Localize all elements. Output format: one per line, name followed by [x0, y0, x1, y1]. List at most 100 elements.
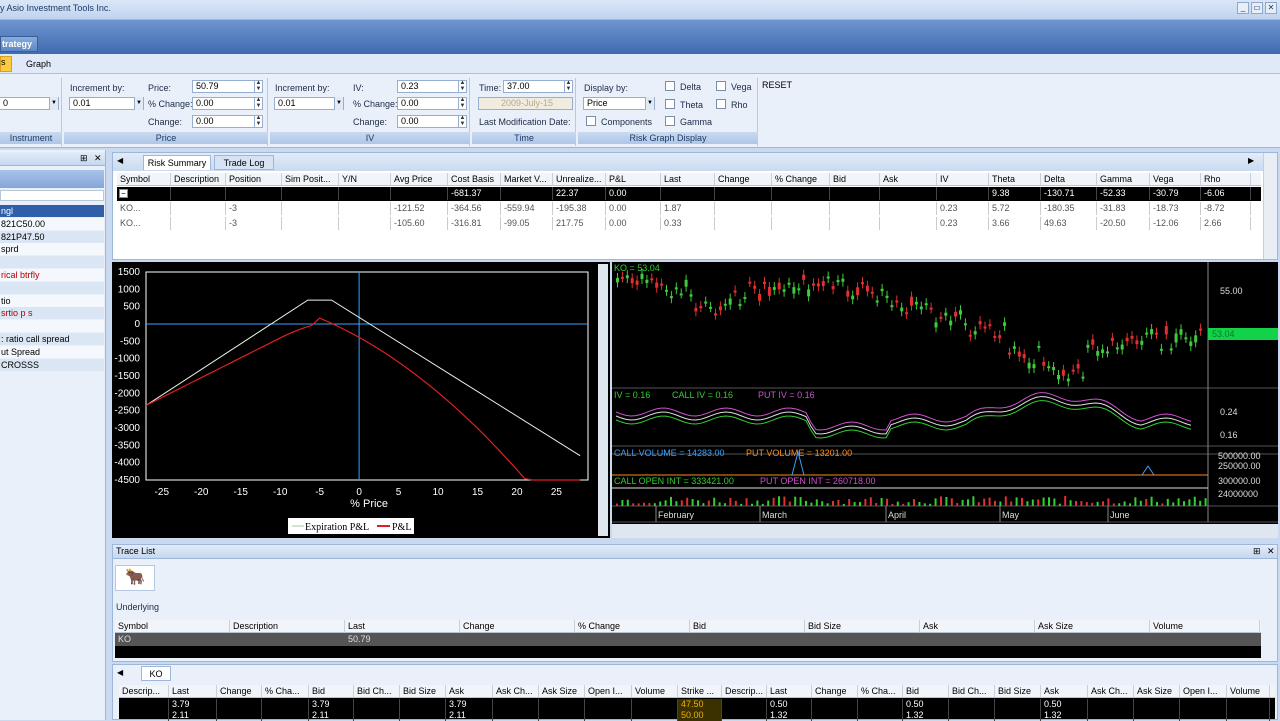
column-header[interactable]: Ask	[880, 173, 937, 186]
chevron-down-icon[interactable]: ▼	[334, 97, 343, 110]
spinner-icon[interactable]: ▲ ▼	[564, 80, 572, 93]
tab-trade-log[interactable]: Trade Log	[214, 155, 274, 170]
column-header[interactable]: Ask Size	[1035, 620, 1150, 633]
column-header[interactable]: Market V...	[501, 173, 553, 186]
column-header[interactable]: Bid Ch...	[949, 685, 995, 698]
close-icon[interactable]: ✕	[1267, 546, 1275, 557]
close-button[interactable]: ✕	[1265, 2, 1277, 14]
column-header[interactable]: Bid	[830, 173, 880, 186]
column-header[interactable]: Theta	[989, 173, 1041, 186]
list-item[interactable]	[0, 320, 104, 333]
column-header[interactable]: Description	[171, 173, 226, 186]
iv-input[interactable]: 0.23 ▲ ▼	[397, 80, 467, 93]
chevron-down-icon[interactable]: ▼	[134, 97, 143, 110]
column-header[interactable]: Sim Posit...	[282, 173, 339, 186]
column-header[interactable]: Last	[767, 685, 812, 698]
column-header[interactable]: Open I...	[585, 685, 632, 698]
price-increment-select[interactable]: 0.01 ▼	[69, 97, 144, 110]
column-header[interactable]: Change	[460, 620, 575, 633]
column-header[interactable]: Change	[715, 173, 772, 186]
column-header[interactable]: Avg Price	[391, 173, 448, 186]
column-header[interactable]: Bid	[690, 620, 805, 633]
minimize-button[interactable]: _	[1237, 2, 1249, 14]
horizontal-scrollbar[interactable]	[612, 524, 1278, 538]
column-header[interactable]: Volume	[1150, 620, 1260, 633]
list-item[interactable]: ut Spread	[0, 345, 104, 358]
column-header[interactable]: Vega	[1150, 173, 1201, 186]
tab-ko[interactable]: KO	[141, 666, 171, 681]
chevron-down-icon[interactable]: ▼	[49, 97, 58, 110]
column-header[interactable]: Descrip...	[722, 685, 767, 698]
column-header[interactable]: Unrealize...	[553, 173, 606, 186]
column-header[interactable]: Bid	[309, 685, 354, 698]
list-item[interactable]: CROSSS	[0, 358, 104, 371]
collapse-icon[interactable]: −	[119, 189, 128, 198]
display-by-select[interactable]: Price ▼	[583, 97, 655, 110]
column-header[interactable]: Ask Size	[539, 685, 585, 698]
price-input[interactable]: 50.79 ▲ ▼	[192, 80, 263, 93]
list-item[interactable]: 821P47.50	[0, 230, 104, 243]
pin-icon[interactable]: ⊞	[80, 153, 88, 164]
table-row[interactable]: KO 50.79	[115, 633, 1261, 646]
list-item[interactable]: : ratio call spread	[0, 333, 104, 345]
close-icon[interactable]: ✕	[94, 153, 102, 164]
subtab-graph[interactable]: Graph	[26, 59, 51, 69]
column-header[interactable]: Ask	[446, 685, 493, 698]
spinner-icon[interactable]: ▲ ▼	[254, 80, 262, 93]
instrument-select[interactable]: 0 ▼	[0, 97, 59, 110]
column-header[interactable]: Descrip...	[119, 685, 169, 698]
components-checkbox[interactable]	[586, 116, 596, 126]
column-header[interactable]: % Change	[575, 620, 690, 633]
column-header[interactable]: Volume	[1227, 685, 1270, 698]
column-header[interactable]: Bid Size	[400, 685, 446, 698]
chevron-down-icon[interactable]: ▼	[645, 97, 654, 110]
column-header[interactable]: Description	[230, 620, 345, 633]
iv-change-input[interactable]: 0.00 ▲ ▼	[397, 115, 467, 128]
column-header[interactable]: Last	[661, 173, 715, 186]
column-header[interactable]: Y/N	[339, 173, 391, 186]
scroll-right-icon[interactable]: ▶	[1248, 156, 1254, 165]
list-item[interactable]: sprd	[0, 243, 104, 256]
bull-icon[interactable]: 🐂	[115, 565, 155, 591]
list-item[interactable]	[0, 256, 104, 269]
subtab-active[interactable]: s	[0, 56, 12, 72]
price-pct-change-input[interactable]: 0.00 ▲ ▼	[192, 97, 263, 110]
column-header[interactable]: Rho	[1201, 173, 1251, 186]
column-header[interactable]: Bid Size	[995, 685, 1041, 698]
column-header[interactable]: Strike ...	[678, 685, 722, 698]
pin-icon[interactable]: ⊞	[1253, 546, 1261, 557]
list-item[interactable]: ngl	[0, 205, 104, 217]
reset-button[interactable]: RESET	[762, 80, 792, 90]
scroll-left-icon[interactable]: ◀	[117, 156, 123, 165]
gamma-checkbox[interactable]	[665, 116, 675, 126]
iv-pct-change-input[interactable]: 0.00 ▲ ▼	[397, 97, 467, 110]
column-header[interactable]: Change	[812, 685, 858, 698]
spinner-icon[interactable]: ▲ ▼	[254, 115, 262, 128]
column-header[interactable]: % Change	[772, 173, 830, 186]
column-header[interactable]: Last	[169, 685, 217, 698]
column-header[interactable]: Volume	[632, 685, 678, 698]
tab-risk-summary[interactable]: Risk Summary	[143, 155, 211, 170]
list-item[interactable]: srtio p s	[0, 307, 104, 320]
tab-strategy[interactable]: trategy	[0, 36, 38, 52]
time-input[interactable]: 37.00 ▲ ▼	[503, 80, 573, 93]
column-header[interactable]: Ask	[920, 620, 1035, 633]
pnl-scrollbar[interactable]	[598, 264, 608, 536]
scroll-left-icon[interactable]: ◀	[117, 668, 123, 677]
column-header[interactable]: Bid	[903, 685, 949, 698]
table-row[interactable]: KO... -3 -121.52 -364.56 -559.94 -195.38 0.00 1…	[117, 202, 1261, 216]
column-header[interactable]: Delta	[1041, 173, 1097, 186]
column-header[interactable]: Change	[217, 685, 262, 698]
column-header[interactable]: Symbol	[115, 620, 230, 633]
column-header[interactable]: Ask Size	[1134, 685, 1180, 698]
column-header[interactable]: Gamma	[1097, 173, 1150, 186]
restore-button[interactable]: ▭	[1251, 2, 1263, 14]
column-header[interactable]: Open I...	[1180, 685, 1227, 698]
column-header[interactable]: % Cha...	[858, 685, 903, 698]
vertical-scrollbar[interactable]	[1263, 153, 1277, 259]
column-header[interactable]: P&L	[606, 173, 661, 186]
column-header[interactable]: IV	[937, 173, 989, 186]
price-change-input[interactable]: 0.00 ▲ ▼	[192, 115, 263, 128]
vega-checkbox[interactable]	[716, 81, 726, 91]
spinner-icon[interactable]: ▲ ▼	[254, 97, 262, 110]
